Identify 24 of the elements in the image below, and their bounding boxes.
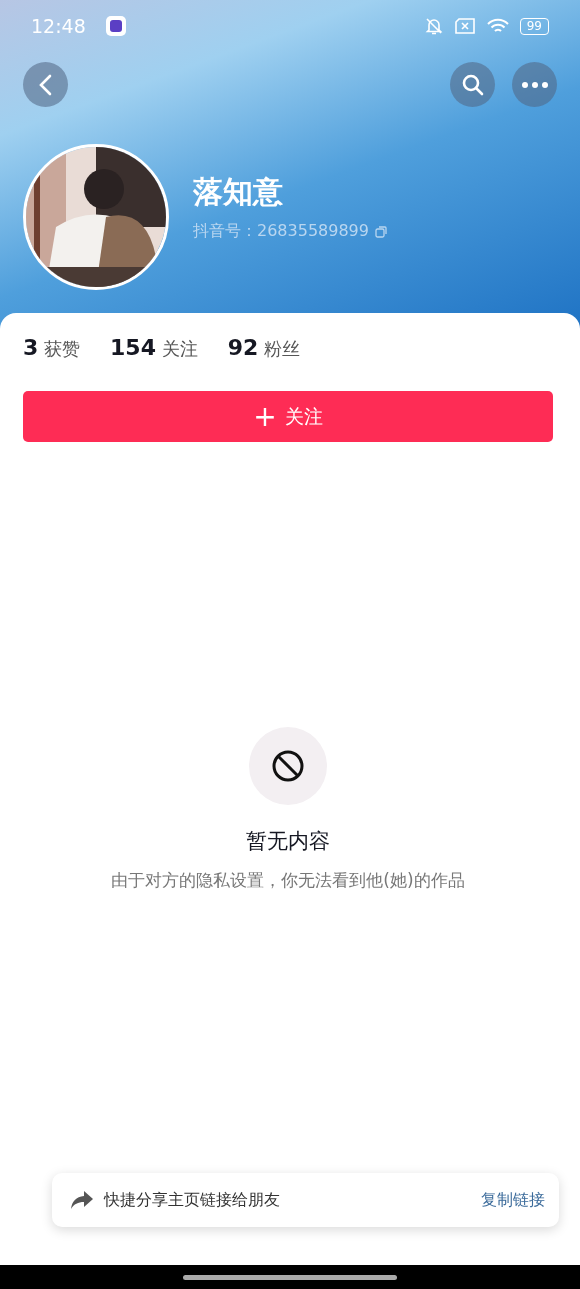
share-icon	[70, 1190, 94, 1210]
stat-item[interactable]: 154 关注	[110, 335, 198, 361]
profile-name: 落知意	[193, 173, 284, 211]
stat-item[interactable]: 92 粉丝	[227, 335, 301, 361]
copy-icon[interactable]	[375, 225, 387, 238]
battery-level: 99	[519, 17, 549, 35]
empty-message: 由于对方的隐私设置，你无法看到他(她)的作品	[111, 869, 465, 892]
back-icon	[37, 73, 54, 96]
home-indicator[interactable]	[183, 1274, 397, 1280]
app-icon	[105, 16, 126, 36]
back-button[interactable]	[23, 62, 68, 107]
stat-item[interactable]: 3 获赞	[23, 335, 81, 361]
search-icon	[460, 72, 485, 97]
sim-off-icon	[453, 17, 476, 35]
follow-button[interactable]: + 关注	[23, 391, 553, 442]
copy-link[interactable]: 复制链接	[481, 1189, 545, 1211]
account-id: 抖音号：26835589899	[193, 221, 369, 242]
share-text: 快捷分享主页链接给朋友	[104, 1189, 280, 1211]
bell-off-icon	[423, 16, 444, 36]
search-button[interactable]	[450, 62, 495, 107]
more-icon	[521, 81, 548, 88]
empty-title: 暂无内容	[246, 828, 330, 855]
status-time: 12:48	[31, 15, 86, 37]
more-button[interactable]	[512, 62, 557, 107]
